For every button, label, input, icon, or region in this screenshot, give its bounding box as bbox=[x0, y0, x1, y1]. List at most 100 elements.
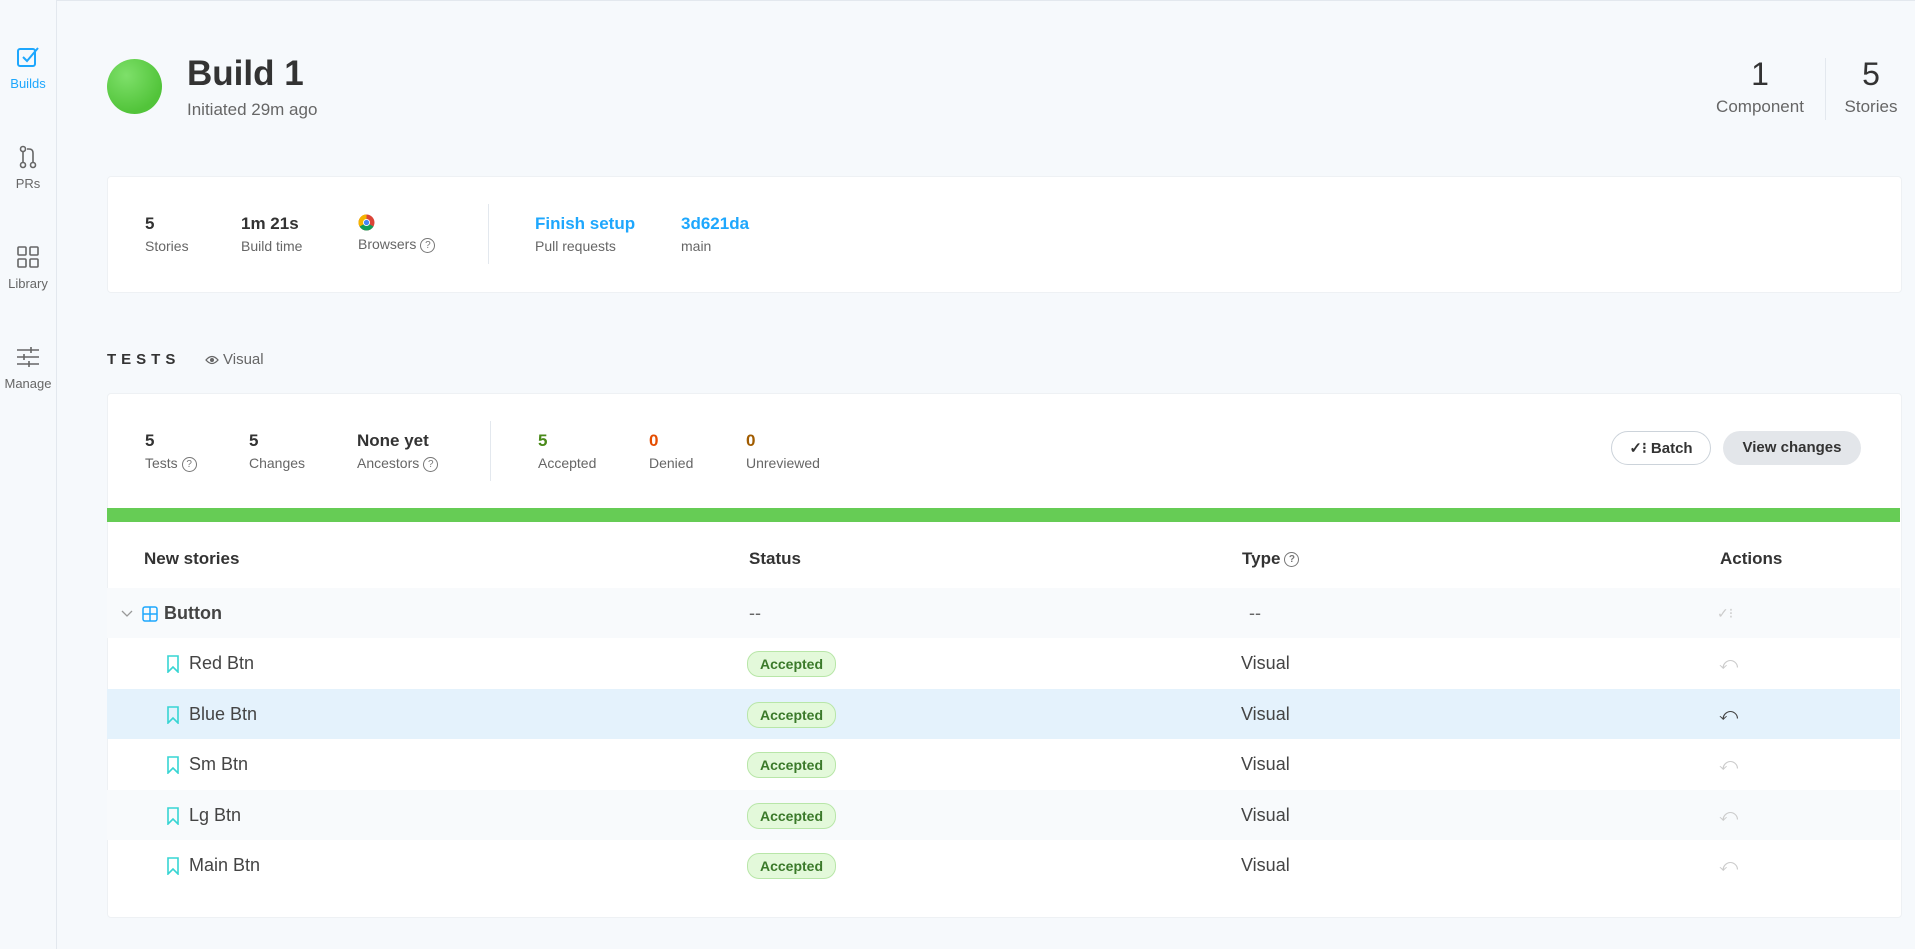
chrome-icon bbox=[358, 214, 375, 231]
chevron-down-icon[interactable] bbox=[121, 610, 133, 618]
denied-stat-value: 0 bbox=[649, 431, 659, 450]
sidebar: Builds PRs Library Manage bbox=[0, 0, 57, 949]
help-icon[interactable]: ? bbox=[420, 237, 436, 253]
stories-count[interactable]: 5 Stories bbox=[1836, 56, 1906, 117]
table-row[interactable]: Lg Btn Accepted Visual ⤺ bbox=[107, 790, 1900, 840]
accepted-stat-value: 5 bbox=[538, 431, 548, 450]
ancestors-stat: None yet Ancestors? bbox=[357, 431, 439, 472]
type-cell: Visual bbox=[1241, 855, 1290, 875]
divider bbox=[1825, 58, 1826, 120]
group-status: -- bbox=[749, 603, 761, 623]
sidebar-item-builds[interactable]: Builds bbox=[0, 44, 56, 91]
table-row[interactable]: Sm Btn Accepted Visual ⤺ bbox=[107, 739, 1900, 789]
browsers-label: Browsers bbox=[358, 236, 417, 252]
undo-icon[interactable]: ⤺ bbox=[1719, 739, 1738, 789]
unreviewed-stat-label: Unreviewed bbox=[746, 455, 820, 471]
undo-icon[interactable]: ⤺ bbox=[1719, 638, 1738, 688]
help-icon[interactable]: ? bbox=[181, 456, 197, 472]
visual-tag: Visual bbox=[205, 351, 264, 368]
tests-heading: TESTS bbox=[107, 351, 181, 368]
column-header-name[interactable]: New stories bbox=[144, 549, 239, 569]
column-header-type[interactable]: Type? bbox=[1242, 549, 1300, 569]
story-name: Red Btn bbox=[167, 638, 254, 688]
denied-stat[interactable]: 0 Denied bbox=[649, 431, 693, 471]
pull-requests-stat[interactable]: Finish setup Pull requests bbox=[535, 214, 635, 254]
column-header-status[interactable]: Status bbox=[749, 549, 801, 569]
build-status-indicator bbox=[107, 59, 162, 114]
help-icon[interactable]: ? bbox=[1284, 552, 1300, 568]
status-badge: Accepted bbox=[747, 803, 837, 830]
sidebar-item-label: Builds bbox=[10, 76, 46, 91]
status-cell: Accepted bbox=[747, 739, 837, 789]
stories-count-value: 5 bbox=[1862, 56, 1880, 92]
visual-tag-label: Visual bbox=[223, 351, 264, 368]
bookmark-icon bbox=[167, 706, 179, 725]
bookmark-icon bbox=[167, 756, 179, 775]
changes-stat-label: Changes bbox=[249, 455, 306, 471]
sidebar-item-manage[interactable]: Manage bbox=[0, 344, 56, 391]
type-cell: Visual bbox=[1241, 653, 1290, 673]
tests-stat-label: Tests bbox=[145, 455, 178, 471]
build-initiated-time: Initiated 29m ago bbox=[187, 100, 318, 119]
status-badge: Accepted bbox=[747, 651, 837, 678]
build-time-label: Build time bbox=[241, 238, 303, 254]
batch-action-icon[interactable]: ✓⁝ bbox=[1717, 588, 1733, 638]
build-summary-card: 5 Stories 1m 21s Build time Browsers? Fi… bbox=[107, 176, 1902, 293]
stories-stat-label: Stories bbox=[145, 238, 189, 254]
sidebar-item-prs[interactable]: PRs bbox=[0, 144, 56, 191]
bookmark-icon bbox=[167, 807, 179, 826]
batch-button[interactable]: ✓⁝ Batch bbox=[1611, 431, 1711, 465]
finish-setup-link[interactable]: Finish setup bbox=[535, 214, 635, 234]
bookmark-icon bbox=[167, 655, 179, 674]
unreviewed-stat-value: 0 bbox=[746, 431, 756, 450]
eye-icon bbox=[205, 355, 219, 365]
table-row[interactable]: Red Btn Accepted Visual ⤺ bbox=[107, 638, 1900, 688]
column-header-type-label: Type bbox=[1242, 549, 1281, 568]
unreviewed-stat[interactable]: 0 Unreviewed bbox=[746, 431, 820, 471]
component-icon bbox=[142, 606, 158, 622]
status-cell: Accepted bbox=[747, 790, 837, 840]
table-row[interactable]: Blue Btn Accepted Visual ⤺ bbox=[107, 689, 1900, 739]
status-badge: Accepted bbox=[747, 752, 837, 779]
pull-requests-label: Pull requests bbox=[535, 238, 616, 254]
type-cell: Visual bbox=[1241, 805, 1290, 825]
changes-stat-value: 5 bbox=[249, 431, 259, 450]
sidebar-item-library[interactable]: Library bbox=[0, 244, 56, 291]
story-name: Blue Btn bbox=[167, 689, 257, 739]
table-row[interactable]: Main Btn Accepted Visual ⤺ bbox=[107, 840, 1900, 890]
undo-icon[interactable]: ⤺ bbox=[1719, 790, 1738, 840]
sidebar-item-label: Library bbox=[8, 276, 48, 291]
component-group-name: Button bbox=[121, 588, 222, 638]
accepted-stat-label: Accepted bbox=[538, 455, 597, 471]
grid-icon bbox=[17, 246, 39, 268]
commit-stat[interactable]: 3d621da main bbox=[681, 214, 749, 254]
divider bbox=[488, 204, 489, 264]
undo-icon[interactable]: ⤺ bbox=[1719, 840, 1738, 890]
help-icon[interactable]: ? bbox=[423, 456, 439, 472]
view-changes-button[interactable]: View changes bbox=[1723, 431, 1861, 465]
pull-request-icon bbox=[19, 145, 37, 169]
component-count-label: Component bbox=[1716, 97, 1804, 116]
story-name-label: Lg Btn bbox=[189, 805, 242, 825]
undo-icon[interactable]: ⤺ bbox=[1719, 689, 1738, 739]
component-count[interactable]: 1 Component bbox=[1710, 56, 1810, 117]
ancestors-stat-value: None yet bbox=[357, 431, 429, 450]
divider bbox=[490, 421, 491, 481]
sliders-icon bbox=[17, 347, 39, 367]
sidebar-item-label: Manage bbox=[4, 376, 52, 391]
story-name-label: Main Btn bbox=[189, 855, 261, 875]
tests-stat: 5 Tests? bbox=[145, 431, 197, 472]
commit-hash-link[interactable]: 3d621da bbox=[681, 214, 749, 234]
build-time-value: 1m 21s bbox=[241, 214, 299, 233]
column-header-actions: Actions bbox=[1720, 549, 1783, 568]
status-badge: Accepted bbox=[747, 853, 837, 880]
component-count-value: 1 bbox=[1751, 56, 1769, 92]
status-cell: Accepted bbox=[747, 840, 837, 890]
group-type: -- bbox=[1249, 603, 1261, 623]
browsers-stat[interactable]: Browsers? bbox=[358, 214, 436, 253]
accepted-stat[interactable]: 5 Accepted bbox=[538, 431, 596, 471]
ancestors-stat-label: Ancestors bbox=[357, 455, 420, 471]
top-border bbox=[0, 0, 1915, 4]
story-name-label: Sm Btn bbox=[189, 754, 249, 774]
component-group-row[interactable]: Button -- -- ✓⁝ bbox=[107, 588, 1900, 638]
